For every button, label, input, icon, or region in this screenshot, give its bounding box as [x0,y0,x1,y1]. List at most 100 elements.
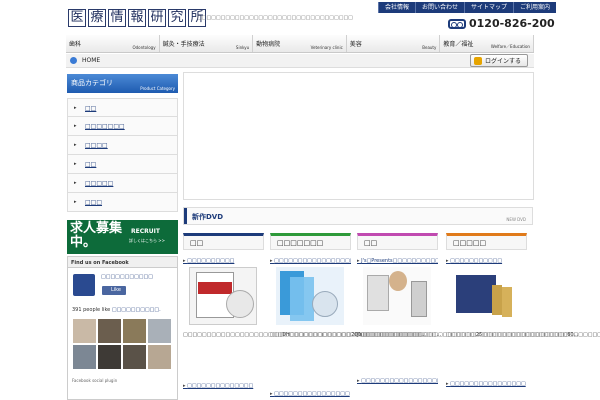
fan-avatar[interactable] [123,345,146,369]
recruit-more: 詳しくはこちら >> [129,238,165,243]
fan-avatar[interactable] [73,345,96,369]
phone-number: 0120-826-200 [448,17,555,30]
category-item[interactable]: ▸ □□ [67,155,178,174]
nav-veterinary[interactable]: 動物病院 Veterinary clinic [253,35,347,52]
category-item[interactable]: ▸ □□□□□□□ [67,117,178,136]
category-link[interactable]: □□ [85,105,96,112]
product-link[interactable]: □□□□□□□□□□□□□□ [183,383,264,389]
facebook-plugin-note: Facebook social plugin [72,378,118,383]
column-tab[interactable]: □□□□□ [446,233,527,250]
column-tab[interactable]: □□ [183,233,264,250]
logo-char: 報 [128,9,146,27]
like-count-page[interactable]: □□□□□□□□□□. [112,307,161,313]
product-link[interactable]: □□□□□□□□□□□□□□□□□□□□ [357,378,438,384]
facebook-title: Find us on Facebook [68,257,177,268]
product-item: J's□Presents□□□□□□□□□□□□□□□ J's□□□□□□□□□… [357,258,578,339]
nav-sublabel: Beauty [422,45,437,50]
product-link[interactable]: □□□□□□□□□□ [183,258,264,264]
category-link[interactable]: □□□□ [85,142,108,149]
product-image[interactable] [363,267,431,325]
facebook-widget: Find us on Facebook □□□□□□□□□□□ Like 391… [67,256,178,400]
category-title: 商品カテゴリ [71,79,113,87]
product-item: □□□□□□□□□□ □□□□□□□□□□□□□□□□□□□□□DH□□□□□□… [183,258,442,339]
nav-dental[interactable]: 歯科 Odontology [66,35,160,52]
product-item: □□□□□□□□□□□□□□ [183,383,264,389]
recruit-label: RECRUIT [131,228,160,235]
facebook-like-button[interactable]: Like [102,286,126,295]
arrow-right-icon: ▸ [74,142,77,148]
logo-char: 究 [168,9,186,27]
column-tab[interactable]: □□ [357,233,438,250]
key-icon [474,56,482,65]
product-item: □□□□□□□□□□□□□□□□ [270,305,351,311]
nav-acupuncture[interactable]: 鍼灸・手技療法 Sinkyu [160,35,254,52]
category-item[interactable]: ▸ □□ [67,98,178,117]
login-label: ログインする [485,58,522,65]
fan-avatar[interactable] [73,319,96,343]
product-item: □□□□□□□□□□□□□□□□ [270,391,351,397]
site-header: 医 療 情 報 研 究 所 □□□□□□□□□□□□□□□□□□□□□□□□□□… [0,0,600,33]
column-tab[interactable]: □□□□□□□ [270,233,351,250]
product-image[interactable] [189,267,257,325]
product-column-dental: □□ □□□□□□□□□□ □□□□□□□□□□□□□□□□□□□□□DH□□□… [183,233,442,400]
product-description: □□□□□□□□□□□□□□□□□□□□□□□□□□□□□□□□... [270,332,426,338]
new-dvd-title: 新作DVD [192,213,224,221]
login-button[interactable]: ログインする [470,54,528,67]
product-link[interactable]: J's□Presents□□□□□□□□□□□□□□□ [357,258,438,264]
fan-avatar[interactable] [123,319,146,343]
phone-number-text: 0120-826-200 [469,17,555,30]
nav-beauty[interactable]: 美容 Beauty [347,35,441,52]
nav-sublabel: Sinkyu [235,45,250,50]
category-item[interactable]: ▸ □□□ [67,193,178,212]
logo-char: 療 [88,9,106,27]
fan-avatar[interactable] [148,319,171,343]
fan-avatar[interactable] [98,319,121,343]
product-item: □□□□□□□□□□□ □□□□□□□□□□□□□□□□□□□□□□□□□□□□… [446,258,600,339]
product-description: □□□□□□□□□□□□□□□□□□□□□□□□□□□□□□□□□□□□... [446,332,600,338]
fan-avatar[interactable] [98,345,121,369]
product-image[interactable] [276,267,344,325]
arrow-right-icon: ▸ [74,180,77,186]
product-description: □□□□□□□□□□□□□□□□□□□□□DH□□□□□□□□□□□□□200□… [183,332,442,338]
new-dvd-subtitle: NEW DVD [506,217,526,222]
page-logo-icon[interactable] [73,274,95,296]
logo-char: 研 [148,9,166,27]
product-link[interactable]: □□□□□□□□□□□□□□□□ [270,391,351,397]
contact-link[interactable]: お問い合わせ [415,2,465,13]
category-link[interactable]: □□□□□ [85,180,113,187]
utility-nav: 会社情報 お問い合わせ サイトマップ ご利用案内 [378,2,557,13]
breadcrumb-home[interactable]: HOME [82,57,100,64]
product-image[interactable] [452,267,520,325]
product-link[interactable]: □□□□□□□□□□□□□□□□□□□□□ [270,258,351,264]
category-item[interactable]: ▸ □□□□□ [67,174,178,193]
site-logo[interactable]: 医 療 情 報 研 究 所 [68,9,208,27]
product-item: □□□□□□□□□□□□□□□□□□□□□ □□□□□□□□□□□□□□□□□□… [270,258,426,339]
category-link[interactable]: □□□ [85,199,102,206]
category-subtitle: Product Category [140,86,175,91]
sidebar: 商品カテゴリ Product Category ▸ □□ ▸ □□□□□□□ ▸ □□… [67,74,178,212]
sitemap-link[interactable]: サイトマップ [464,2,514,13]
product-item: □□□□□□□□□□□□□□□□□□□□ [357,378,438,384]
category-link[interactable]: □□ [85,161,96,168]
free-dial-icon [448,18,466,29]
nav-education[interactable]: 教育／福祉 Welfare／Education [440,35,534,52]
nav-label: 動物病院 [256,41,281,48]
product-link[interactable]: □□□□□□□□□□□□□□□□ [446,381,527,387]
recruit-headline: 求人募集中。 [70,221,123,250]
fan-faces [73,319,173,371]
arrow-right-icon: ▸ [74,161,77,167]
product-column-acupuncture: □□□□□□□ □□□□□□□□□□□□□□□□□□□□□ □□□□□□□□□□… [270,233,426,400]
nav-sublabel: Odontology [132,45,156,50]
category-item[interactable]: ▸ □□□□ [67,136,178,155]
breadcrumb: HOME [66,54,534,68]
nav-label: 鍼灸・手技療法 [162,41,205,48]
company-info-link[interactable]: 会社情報 [378,2,416,13]
category-link[interactable]: □□□□□□□ [85,123,125,130]
recruit-banner[interactable]: 求人募集中。 RECRUIT 詳しくはこちら >> [67,220,178,254]
usage-guide-link[interactable]: ご利用案内 [513,2,557,13]
header-accent-bar [184,208,187,224]
nav-label: 歯科 [69,41,82,48]
fan-avatar[interactable] [148,345,171,369]
product-link[interactable]: □□□□□□□□□□□ [446,258,527,264]
product-column-beauty: □□□□□ □□□□□□□□□□□ □□□□□□□□□□□□□□□□□□□□□□… [446,233,600,400]
